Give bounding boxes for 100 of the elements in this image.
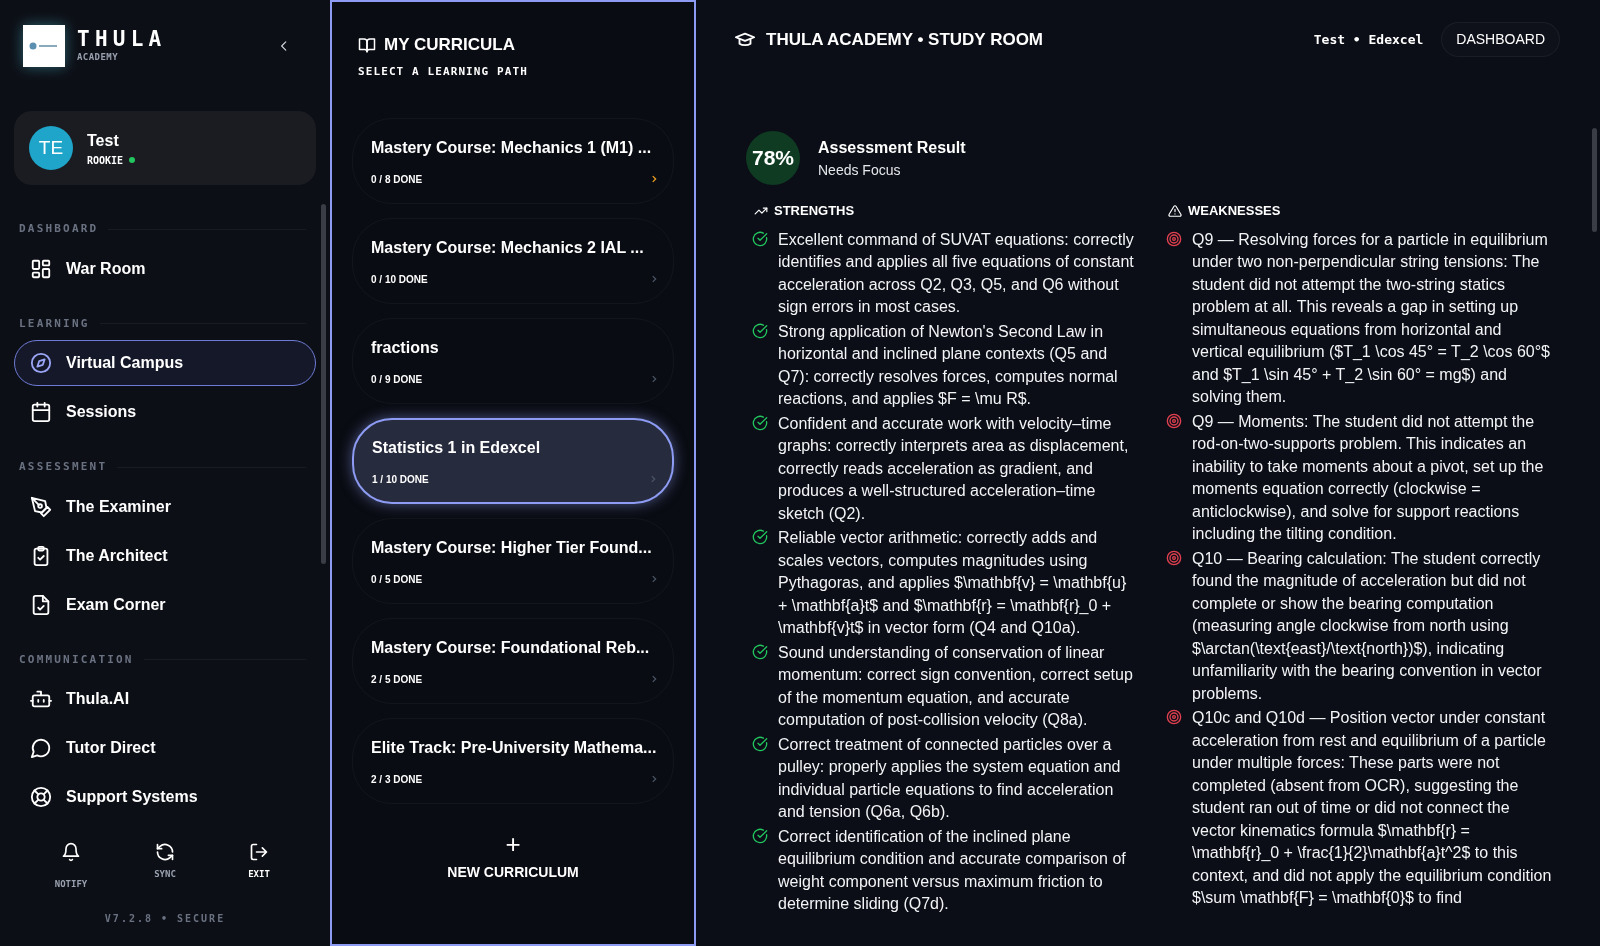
chevron-right-icon: [649, 174, 659, 184]
pen-nib-icon: [30, 495, 52, 518]
curriculum-item[interactable]: Elite Track: Pre-University Mathema... 2 / 3 DONE: [352, 718, 674, 804]
section-heading: LEARNING: [19, 315, 90, 332]
document-check-icon: [30, 593, 52, 616]
curriculum-title: Elite Track: Pre-University Mathema...: [371, 737, 658, 758]
list-text: Reliable vector arithmetic: correctly adds and scales vectors, computes magnitudes using Pythagoras, and applies $\mathbf{v} = \mathbf{u} + \mathbf{a}t$ and $\mathbf{r} = \mathbf{r}_0 + \mathbf{v}t$ in vector form (Q4 and Q10a).: [778, 528, 1128, 638]
target-icon: [1166, 412, 1182, 429]
progress-label: 2 / 3 DONE: [371, 772, 423, 787]
curriculum-title: Mastery Course: Higher Tier Found...: [371, 537, 653, 558]
list-text: Strong application of Newton's Second Law in horizontal and inclined plane contexts (Q5 and Q7): correctly resolves forces, computes normal reactions, and applies $F = \mu R$.: [778, 321, 1119, 409]
curriculum-item[interactable]: Mastery Course: Mechanics 2 IAL ... 0 / 10 DONE: [352, 218, 674, 304]
curriculum-item[interactable]: fractions 0 / 9 DONE: [352, 318, 674, 404]
user-name: Test: [87, 130, 120, 151]
dashboard-button[interactable]: DASHBOARD: [1441, 22, 1560, 57]
list-text: Sound understanding of conservation of linear momentum: correct sign convention, correct setup of the momentum equation, and accurate computation of post-collision velocity (Q8a).: [778, 642, 1134, 730]
check-circle-icon: [752, 827, 768, 844]
curriculum-item[interactable]: Mastery Course: Foundational Reb... 2 / 5 DONE: [352, 618, 674, 704]
result-verdict: Needs Focus: [818, 160, 902, 180]
check-circle-icon: [752, 414, 768, 431]
user-rank: ROOKIE: [87, 153, 124, 168]
plus-icon: +: [505, 832, 521, 856]
section-heading: ASSESSMENT: [19, 459, 108, 475]
compass-icon: [30, 352, 52, 374]
progress-label: 0 / 9 DONE: [371, 372, 423, 387]
footer-button[interactable]: EXIT: [229, 842, 289, 882]
section-heading: DASHBOARD: [19, 221, 99, 237]
sync-icon: [155, 842, 175, 862]
progress-label: 0 / 8 DONE: [371, 172, 423, 187]
nav-item[interactable]: Sessions: [14, 389, 316, 435]
check-circle-icon: [752, 322, 768, 339]
scrollbar-thumb[interactable]: [1592, 128, 1597, 232]
warning-icon: [1168, 203, 1182, 218]
list-text: Correct treatment of connected particles over a pulley: properly applies the system equation and individual particle equations to find acceleration and tension (Q6a, Q6b).: [778, 734, 1122, 822]
progress-label: 1 / 10 DONE: [372, 472, 429, 487]
footer-button[interactable]: SYNC: [135, 842, 195, 882]
nav-item[interactable]: Support Systems: [14, 774, 316, 820]
new-curriculum-button[interactable]: + NEW CURRICULUM: [447, 832, 579, 883]
chat-bubble-icon: [30, 737, 52, 759]
panel-subtitle: SELECT A LEARNING PATH: [357, 63, 529, 80]
profile-card[interactable]: TE Test ROOKIE: [14, 111, 316, 185]
result-title: Assessment Result: [818, 137, 966, 158]
bell-icon: [61, 842, 81, 862]
curriculum-item[interactable]: Statistics 1 in Edexcel 1 / 10 DONE: [352, 418, 674, 504]
curriculum-title: Statistics 1 in Edexcel: [372, 437, 542, 458]
list-text: Q10 — Bearing calculation: The student correctly found the magnitude of acceleration but did not complete or show the bearing computation (measuring angle clockwise from north using $\arctan(\text{east}/\text{north})$), indicating unfamiliarity with the bearing convention in vector problems.: [1192, 548, 1543, 704]
brand-name: THULA: [77, 27, 167, 52]
nav-item[interactable]: War Room: [14, 245, 316, 292]
progress-label: 0 / 5 DONE: [371, 572, 423, 587]
target-icon: [1166, 230, 1182, 247]
nav-item[interactable]: Thula.AI: [14, 676, 316, 722]
curriculum-item[interactable]: Mastery Course: Mechanics 1 (M1) ... 0 / 8 DONE: [352, 118, 674, 204]
curriculum-title: Mastery Course: Mechanics 1 (M1) ...: [371, 137, 653, 158]
robot-icon: [30, 688, 52, 710]
nav-item[interactable]: The Examiner: [14, 483, 316, 530]
footer-button[interactable]: NOTIFY: [41, 842, 101, 892]
target-icon: [1166, 709, 1182, 725]
list-text: Correct identification of the inclined plane equilibrium condition and accurate comparison of weight component versus maximum friction to determine sliding (Q7d).: [778, 826, 1127, 914]
target-icon: [1166, 549, 1182, 566]
list-text: Confident and accurate work with velocity–time graphs: correctly interprets area as displacement, correctly reads acceleration as gradient, and produces a well-structured acceleration–time sketch (Q2).: [778, 413, 1130, 524]
column-heading: WEAKNESSES: [1188, 202, 1281, 220]
column-heading: STRENGTHS: [774, 202, 855, 220]
book-icon: [358, 35, 376, 54]
progress-label: 0 / 10 DONE: [371, 272, 428, 287]
score-badge: 78%: [746, 131, 800, 185]
panel-title: MY CURRICULA: [384, 34, 515, 56]
progress-label: 2 / 5 DONE: [371, 672, 423, 687]
scrollbar-thumb[interactable]: [321, 204, 326, 564]
check-circle-icon: [752, 643, 768, 660]
grid-icon: [30, 257, 52, 280]
check-circle-icon: [752, 529, 768, 545]
calendar-icon: [30, 401, 52, 423]
check-circle-icon: [752, 230, 768, 247]
chevron-right-icon: [649, 574, 659, 584]
list-text: Q9 — Resolving forces for a particle in equilibrium under two non-perpendicular string tensions: The student did not attempt the two-string statics problem at all. This reveals a gap in setting up simultaneous equations from horizontal and vertical equilibrium ($T_1 \cos 45° = T_2 \cos 60°$ and $T_1 \sin 45° + T_2 \sin 60° = mg$) and solving them.: [1192, 229, 1551, 407]
lifebuoy-icon: [30, 786, 52, 808]
version-label: V7.2.8 • SECURE: [103, 912, 227, 926]
list-text: Q9 — Moments: The student did not attempt the rod-on-two-supports problem. This indicates an inability to take moments about a pivot, set up the moments equation correctly (clockwise = anticlockwise), and solve for support reactions including the tilting condition.: [1192, 411, 1545, 544]
check-circle-icon: [752, 735, 768, 752]
chevron-right-icon: [648, 474, 658, 484]
exit-icon: [249, 842, 269, 862]
list-text: Q10c and Q10d — Position vector under constant acceleration from rest and equilibrium of a particle under multiple forces: These parts were not completed (absent from OCR), suggesting the student ran out of time or did not connect the vector kinematics formula $\mathbf{r} = \mathbf{r}_0 + \frac{1}{2}\mathbf{a}t^2$ to this context, and did not apply the equilibrium condition $\sum \mathbf{F} = \mathbf{0}$ to find: [1192, 708, 1552, 908]
avatar: TE: [29, 126, 73, 170]
chevron-right-icon: [649, 374, 659, 384]
curriculum-title: fractions: [371, 337, 440, 358]
curriculum-item[interactable]: Mastery Course: Higher Tier Found... 0 / 5 DONE: [352, 518, 674, 604]
context-label: Test • Edexcel: [1313, 30, 1424, 49]
page-title: THULA ACADEMY • STUDY ROOM: [766, 28, 1043, 51]
chevron-right-icon: [649, 274, 659, 284]
nav-item[interactable]: The Architect: [14, 532, 316, 579]
nav-item[interactable]: Tutor Direct: [14, 725, 316, 771]
chevron-right-icon: [649, 774, 659, 784]
list-text: Excellent command of SUVAT equations: correctly identifies and applies all five equations of constant acceleration across Q2, Q3, Q5, and Q6 without sign errors in most cases.: [778, 229, 1135, 317]
nav-item[interactable]: Exam Corner: [14, 581, 316, 628]
chevron-right-icon: [649, 674, 659, 684]
nav-item[interactable]: Virtual Campus: [14, 340, 316, 386]
section-heading: COMMUNICATION: [19, 651, 134, 668]
curriculum-title: Mastery Course: Foundational Reb...: [371, 637, 651, 658]
brand-subtitle: ACADEMY: [77, 51, 120, 65]
curriculum-title: Mastery Course: Mechanics 2 IAL ...: [371, 237, 645, 258]
